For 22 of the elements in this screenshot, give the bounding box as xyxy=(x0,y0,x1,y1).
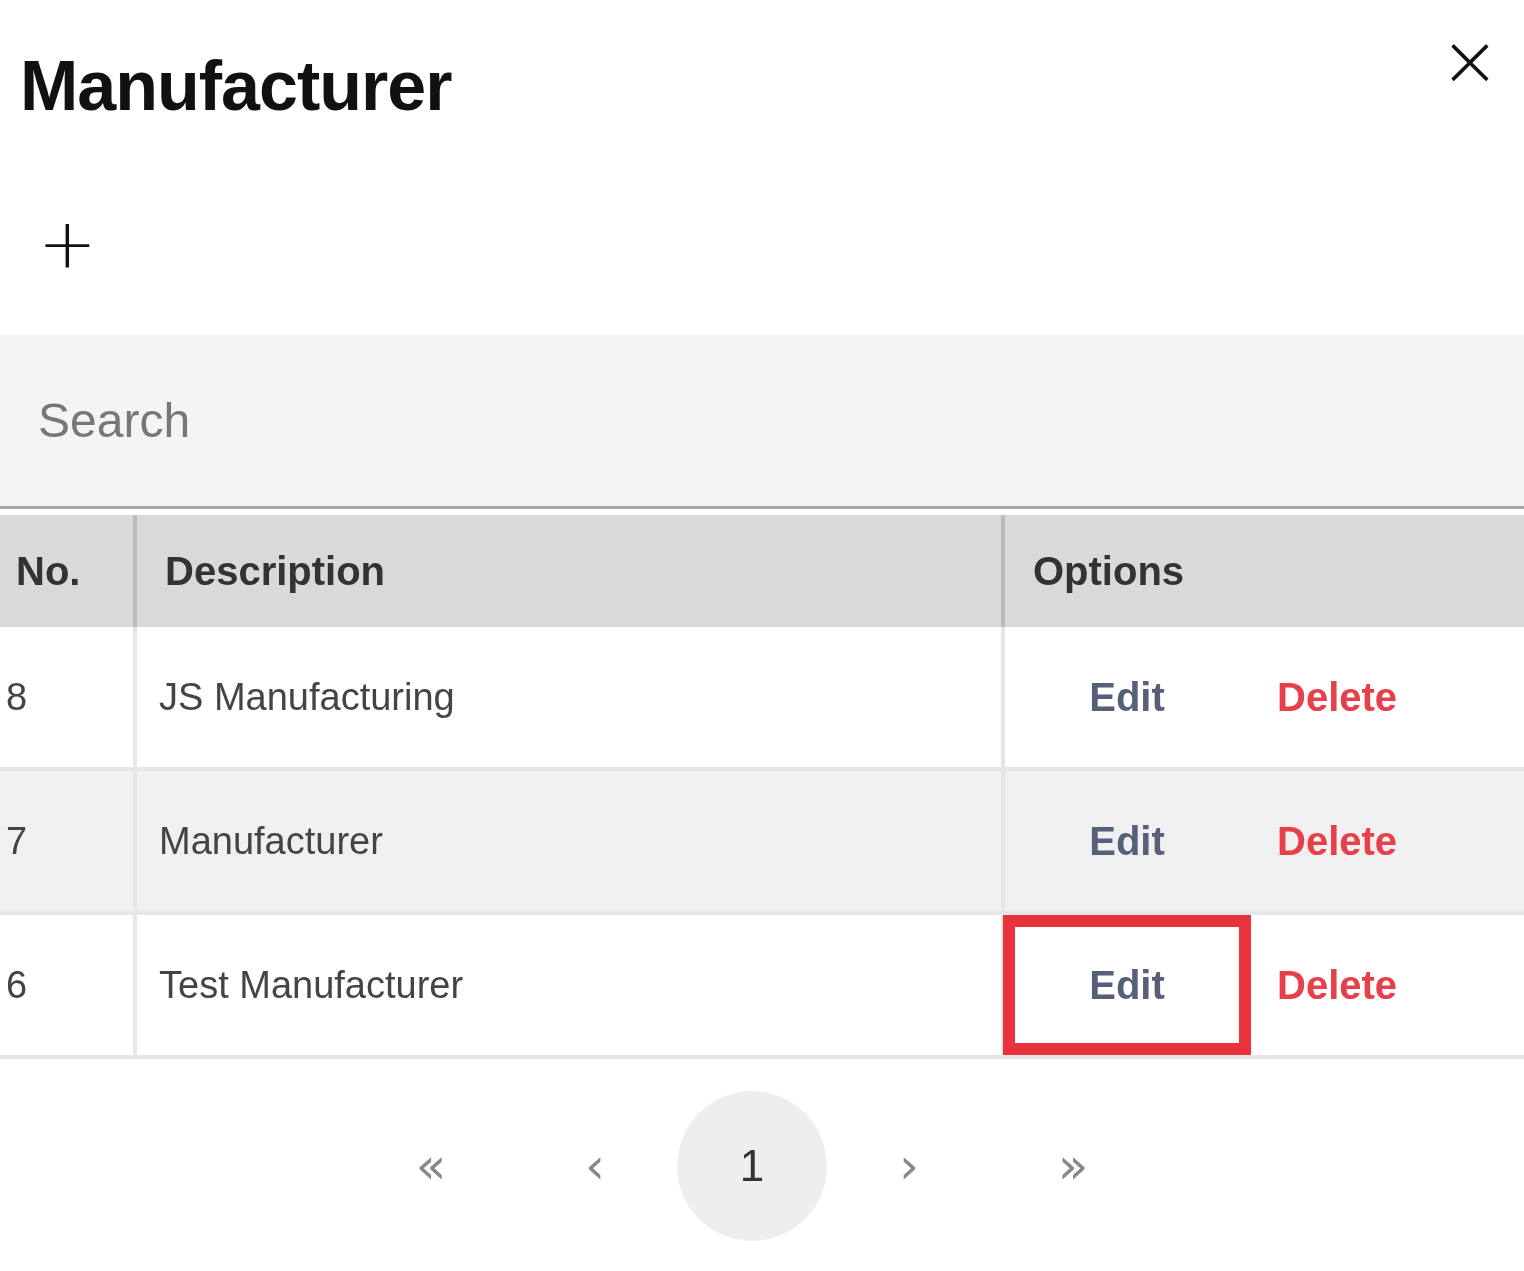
dialog-title: Manufacturer xyxy=(20,46,452,126)
table-cell: 6 xyxy=(0,913,135,1057)
delete-link[interactable]: Delete xyxy=(1277,962,1398,1008)
next-page-button[interactable]: › xyxy=(827,1091,991,1241)
last-page-button[interactable]: » xyxy=(991,1091,1155,1241)
edit-link[interactable]: Edit xyxy=(1003,771,1251,911)
column-header: Description xyxy=(135,515,1003,627)
edit-link[interactable]: Edit xyxy=(1003,915,1251,1055)
first-page-button[interactable]: « xyxy=(349,1091,513,1241)
table-cell: 7 xyxy=(0,769,135,913)
table-cell: Test Manufacturer xyxy=(135,913,1003,1057)
delete-link[interactable]: Delete xyxy=(1277,674,1398,720)
add-button[interactable]: + xyxy=(34,212,101,273)
search-field[interactable]: Search xyxy=(0,335,1524,509)
previous-page-button[interactable]: ‹ xyxy=(513,1091,677,1241)
table-cell: Manufacturer xyxy=(135,769,1003,913)
close-button[interactable]: × xyxy=(1435,30,1504,90)
edit-link[interactable]: Edit xyxy=(1003,627,1251,767)
column-header: Options xyxy=(1003,515,1524,627)
column-header: No. xyxy=(0,515,135,627)
page-button[interactable]: 1 xyxy=(677,1091,827,1241)
delete-link[interactable]: Delete xyxy=(1277,818,1398,864)
